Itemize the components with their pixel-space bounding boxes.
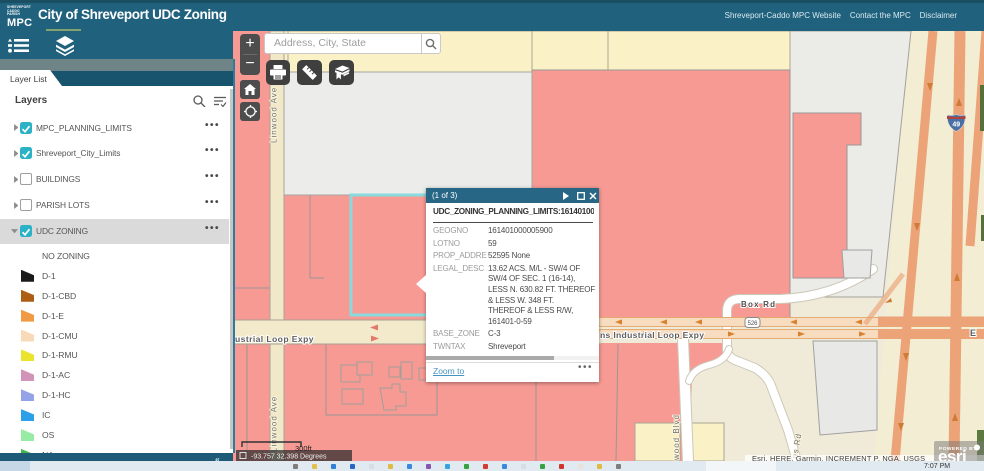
svg-text:ns Industrial Loop Expy: ns Industrial Loop Expy — [600, 330, 704, 340]
svg-text:49: 49 — [952, 122, 960, 129]
svg-text:-93.757 32.398 Degrees: -93.757 32.398 Degrees — [251, 454, 327, 461]
svg-text:526: 526 — [747, 321, 758, 327]
svg-text:wood Blvd: wood Blvd — [672, 414, 681, 461]
svg-text:Box Rd: Box Rd — [741, 300, 776, 309]
svg-text:Linwood Ave: Linwood Ave — [270, 87, 279, 143]
svg-text:E: E — [970, 328, 976, 338]
svg-text:esri: esri — [938, 447, 966, 461]
svg-text:Esri, HERE, Garmin, INCREMENT: Esri, HERE, Garmin, INCREMENT P, NGA, US… — [752, 454, 925, 461]
svg-text:Linwood Ave: Linwood Ave — [270, 396, 279, 452]
svg-text:ustrial Loop Expy: ustrial Loop Expy — [235, 334, 314, 344]
